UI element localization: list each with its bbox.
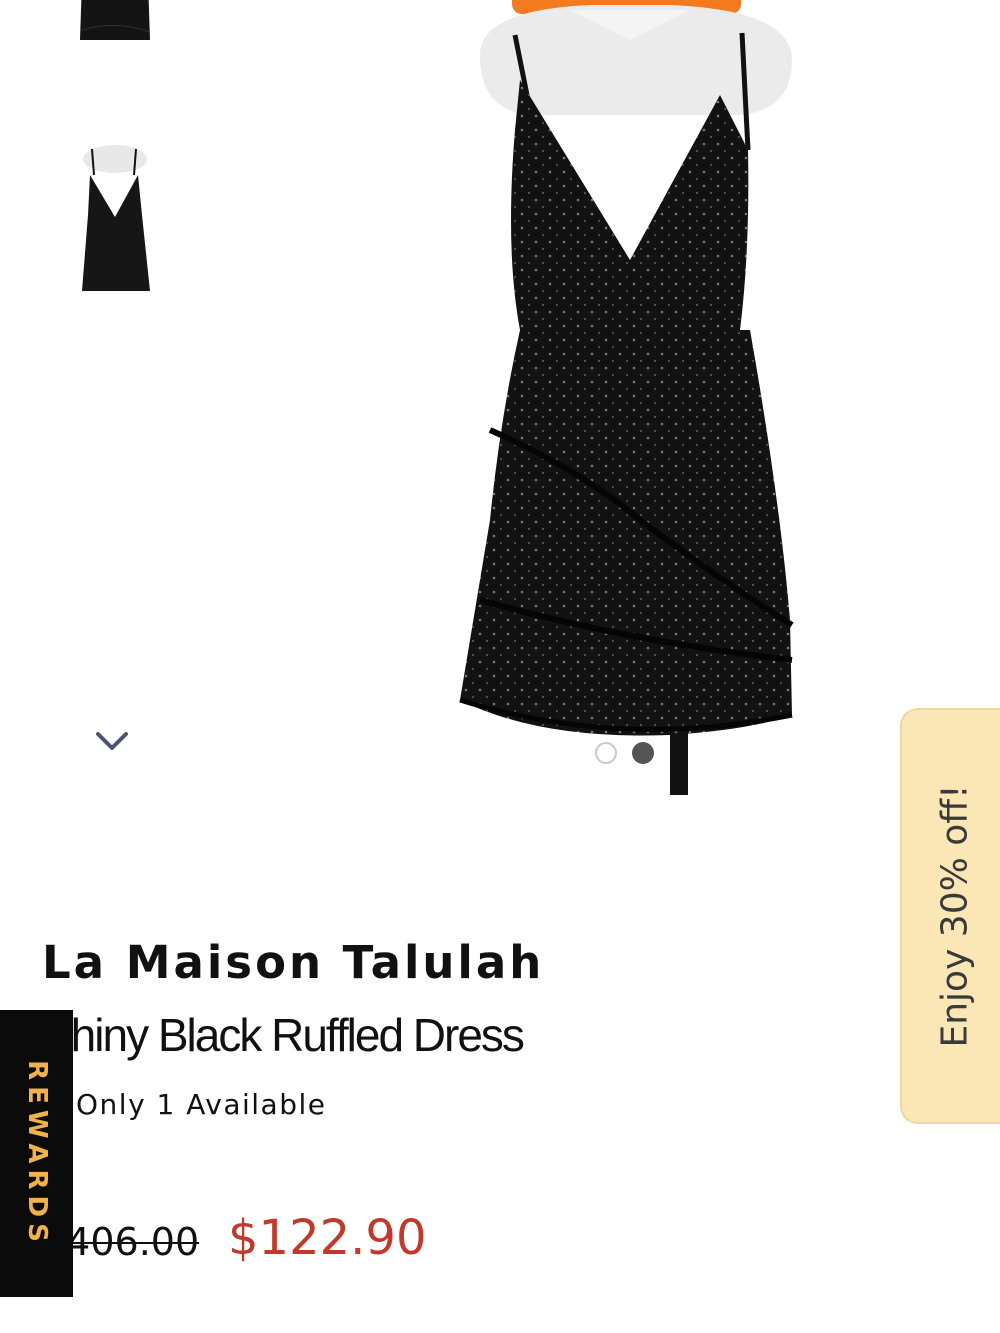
gallery-thumbnail-1[interactable]	[70, 0, 160, 42]
availability-text: Only 1 Available	[76, 1088, 327, 1121]
gallery-dot-1[interactable]	[595, 742, 617, 764]
rewards-tab-label: REWARDS	[21, 1059, 52, 1248]
promo-discount-tab[interactable]: Enjoy 30% off!	[900, 708, 1000, 1124]
gallery-thumbnail-2[interactable]	[70, 145, 160, 295]
chevron-down-icon[interactable]	[94, 728, 130, 754]
sale-price: $122.90	[228, 1210, 427, 1266]
product-title: Shiny Black Ruffled Dress	[42, 1009, 525, 1061]
rewards-tab-button[interactable]: REWARDS	[0, 1010, 73, 1297]
gallery-dot-2-active[interactable]	[632, 742, 654, 764]
gallery-pagination	[592, 740, 662, 770]
promo-tab-label: Enjoy 30% off!	[934, 784, 976, 1048]
product-brand[interactable]: La Maison Talulah	[42, 936, 544, 989]
product-main-image[interactable]	[420, 0, 840, 795]
